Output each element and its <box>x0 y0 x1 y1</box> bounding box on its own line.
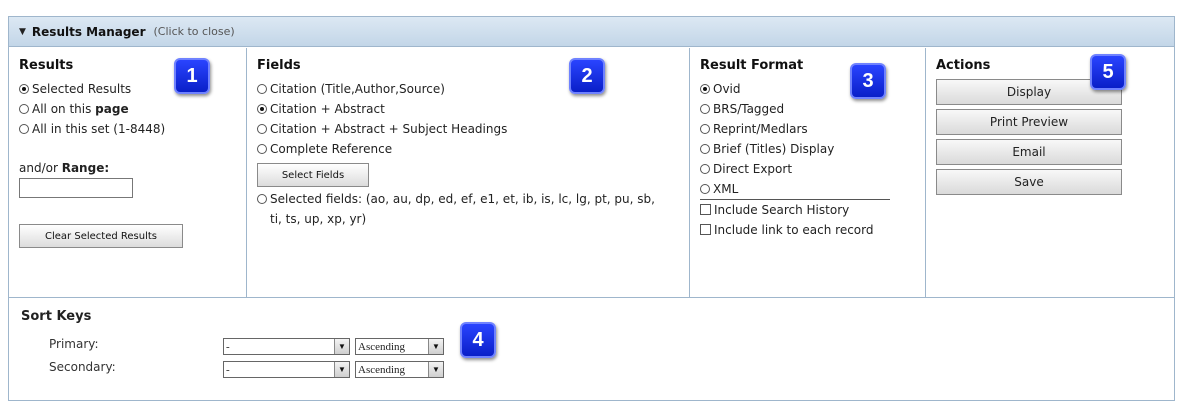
radio-brs-tagged[interactable] <box>700 104 710 114</box>
format-option[interactable]: Brief (Titles) Display <box>700 139 925 159</box>
results-option-selected[interactable]: Selected Results <box>19 79 246 99</box>
format-option[interactable]: XML <box>700 179 890 200</box>
callout-badge-4: 4 <box>460 322 496 358</box>
format-option[interactable]: BRS/Tagged <box>700 99 925 119</box>
fields-option[interactable]: Citation (Title,Author,Source) <box>257 79 689 99</box>
fields-section: Fields Citation (Title,Author,Source) Ci… <box>247 48 690 297</box>
callout-badge-5: 5 <box>1090 54 1126 90</box>
save-button[interactable]: Save <box>936 169 1122 195</box>
range-label: and/or Range: <box>19 161 110 175</box>
secondary-field-select[interactable]: - ▼ <box>223 361 350 378</box>
chevron-down-icon[interactable]: ▼ <box>334 362 349 377</box>
radio-ovid[interactable] <box>700 84 710 94</box>
radio-complete-reference[interactable] <box>257 144 267 154</box>
callout-badge-2: 2 <box>569 58 605 94</box>
callout-badge-1: 1 <box>174 58 210 94</box>
fields-heading: Fields <box>257 58 301 73</box>
actions-heading: Actions <box>936 58 991 73</box>
fields-option-label: Complete Reference <box>270 142 393 156</box>
fields-option-label: Citation + Abstract <box>270 102 385 116</box>
primary-order-select[interactable]: Ascending ▼ <box>355 338 444 355</box>
clear-selected-results-button[interactable]: Clear Selected Results <box>19 224 183 248</box>
fields-option-label: Citation (Title,Author,Source) <box>270 82 445 96</box>
format-option[interactable]: Reprint/Medlars <box>700 119 925 139</box>
radio-citation-abstract-subject[interactable] <box>257 124 267 134</box>
results-option-label: All in this set (1-8448) <box>32 122 166 136</box>
checkbox-label: Include link to each record <box>714 223 874 237</box>
format-option-label: Reprint/Medlars <box>713 122 808 136</box>
results-section: Results Selected Results All on this pag… <box>9 48 247 297</box>
result-format-section: Result Format Ovid BRS/Tagged Reprint/Me… <box>690 48 926 297</box>
primary-field-select[interactable]: - ▼ <box>223 338 350 355</box>
radio-direct-export[interactable] <box>700 164 710 174</box>
chevron-down-icon[interactable]: ▼ <box>334 339 349 354</box>
results-option-page[interactable]: All on this page <box>19 99 246 119</box>
results-manager-header[interactable]: ▼ Results Manager (Click to close) <box>9 17 1174 47</box>
format-option-label: Brief (Titles) Display <box>713 142 835 156</box>
email-button[interactable]: Email <box>936 139 1122 165</box>
chevron-down-icon[interactable]: ▼ <box>428 362 443 377</box>
print-preview-button[interactable]: Print Preview <box>936 109 1122 135</box>
fields-option[interactable]: Citation + Abstract <box>257 99 689 119</box>
radio-reprint-medlars[interactable] <box>700 124 710 134</box>
fields-option[interactable]: Complete Reference <box>257 139 689 159</box>
primary-label: Primary: <box>49 337 99 351</box>
sort-keys-section: Sort Keys Primary: Secondary: - ▼ Ascend… <box>9 299 1174 400</box>
callout-badge-3: 3 <box>850 63 886 99</box>
actions-section: Actions Display Print Preview Email Save <box>926 48 1176 297</box>
radio-all-on-page[interactable] <box>19 104 29 114</box>
radio-all-in-set[interactable] <box>19 124 29 134</box>
panel-title: Results Manager <box>31 24 146 39</box>
format-option-label: Ovid <box>713 82 741 96</box>
secondary-label: Secondary: <box>49 360 116 374</box>
radio-citation[interactable] <box>257 84 267 94</box>
results-option-label: Selected Results <box>32 82 132 96</box>
radio-xml[interactable] <box>700 184 710 194</box>
results-option-label: All on this page <box>32 102 129 116</box>
format-option-label: BRS/Tagged <box>713 102 785 116</box>
radio-citation-abstract[interactable] <box>257 104 267 114</box>
format-option-label: Direct Export <box>713 162 793 176</box>
results-heading: Results <box>19 58 74 73</box>
include-search-history-checkbox[interactable] <box>700 204 711 215</box>
radio-brief-titles[interactable] <box>700 144 710 154</box>
include-link-checkbox[interactable] <box>700 224 711 235</box>
range-input[interactable] <box>19 178 133 198</box>
include-link-option[interactable]: Include link to each record <box>700 220 880 240</box>
fields-option-selected-fields[interactable]: Selected fields: (ao, au, dp, ed, ef, e1… <box>257 189 657 229</box>
fields-option[interactable]: Citation + Abstract + Subject Headings <box>257 119 689 139</box>
fields-option-label: Citation + Abstract + Subject Headings <box>270 122 508 136</box>
sort-keys-heading: Sort Keys <box>21 309 92 324</box>
checkbox-label: Include Search History <box>714 203 850 217</box>
format-option-label: XML <box>713 182 739 196</box>
collapse-arrow-icon[interactable]: ▼ <box>19 27 26 37</box>
fields-option-label: Selected fields: (ao, au, dp, ed, ef, e1… <box>270 192 655 226</box>
format-option[interactable]: Direct Export <box>700 159 925 179</box>
results-option-set[interactable]: All in this set (1-8448) <box>19 119 246 139</box>
chevron-down-icon[interactable]: ▼ <box>428 339 443 354</box>
radio-selected-fields[interactable] <box>257 194 267 204</box>
include-search-history-option[interactable]: Include Search History <box>700 200 925 220</box>
format-option[interactable]: Ovid <box>700 79 925 99</box>
result-format-heading: Result Format <box>700 58 804 73</box>
select-fields-button[interactable]: Select Fields <box>257 163 369 187</box>
secondary-order-select[interactable]: Ascending ▼ <box>355 361 444 378</box>
close-hint[interactable]: (Click to close) <box>153 25 234 38</box>
radio-selected-results[interactable] <box>19 84 29 94</box>
